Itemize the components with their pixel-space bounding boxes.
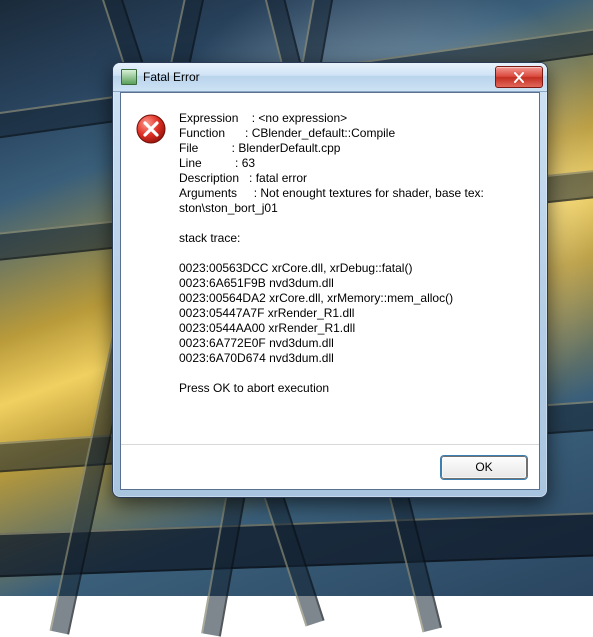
dialog-client-area: Expression : <no expression> Function : … <box>120 92 540 490</box>
ok-button[interactable]: OK <box>441 456 527 479</box>
fatal-error-dialog: Fatal Error Expression : <no expres <box>112 62 548 498</box>
window-title: Fatal Error <box>143 70 495 84</box>
error-icon <box>135 113 167 145</box>
dialog-body: Expression : <no expression> Function : … <box>121 93 539 444</box>
app-icon <box>121 69 137 85</box>
close-button[interactable] <box>495 66 543 88</box>
title-bar[interactable]: Fatal Error <box>113 63 547 92</box>
close-icon <box>513 72 525 83</box>
button-bar: OK <box>121 444 539 489</box>
error-message: Expression : <no expression> Function : … <box>179 111 484 436</box>
